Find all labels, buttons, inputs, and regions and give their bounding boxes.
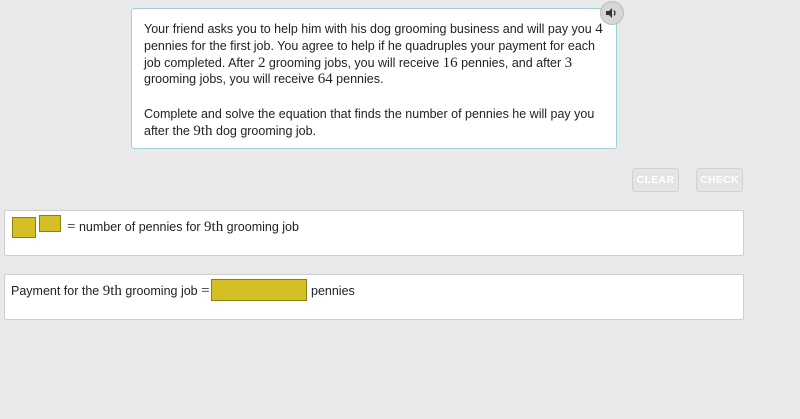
equation-label: = number of pennies for 9th grooming job xyxy=(67,219,299,235)
audio-button[interactable] xyxy=(600,1,624,25)
math-number: 16 xyxy=(442,54,458,71)
base-input-slot[interactable] xyxy=(12,217,36,238)
equals-sign: = xyxy=(201,283,210,299)
answer-row: Payment for the 9th grooming job = penni… xyxy=(4,274,744,320)
math-number: 4 xyxy=(595,21,603,37)
exponent-input-slot[interactable] xyxy=(39,215,61,232)
problem-text: Your friend asks you to help him with hi… xyxy=(144,21,603,88)
answer-label: Payment for the 9th grooming job = xyxy=(11,283,210,299)
math-ordinal: 9th xyxy=(193,122,213,139)
answer-unit: pennies xyxy=(311,284,355,298)
problem-panel: Your friend asks you to help him with hi… xyxy=(131,8,617,149)
check-button[interactable]: CHECK xyxy=(696,168,743,192)
math-ordinal: 9th xyxy=(204,219,224,235)
equation-row: = number of pennies for 9th grooming job xyxy=(4,210,744,256)
equals-sign: = xyxy=(67,219,76,235)
math-number: 3 xyxy=(564,54,573,71)
math-number: 64 xyxy=(317,71,333,88)
speaker-icon xyxy=(606,8,616,18)
clear-button[interactable]: CLEAR xyxy=(632,168,679,192)
answer-input-slot[interactable] xyxy=(211,279,307,301)
math-ordinal: 9th xyxy=(102,283,122,299)
problem-instruction: Complete and solve the equation that fin… xyxy=(144,107,595,139)
